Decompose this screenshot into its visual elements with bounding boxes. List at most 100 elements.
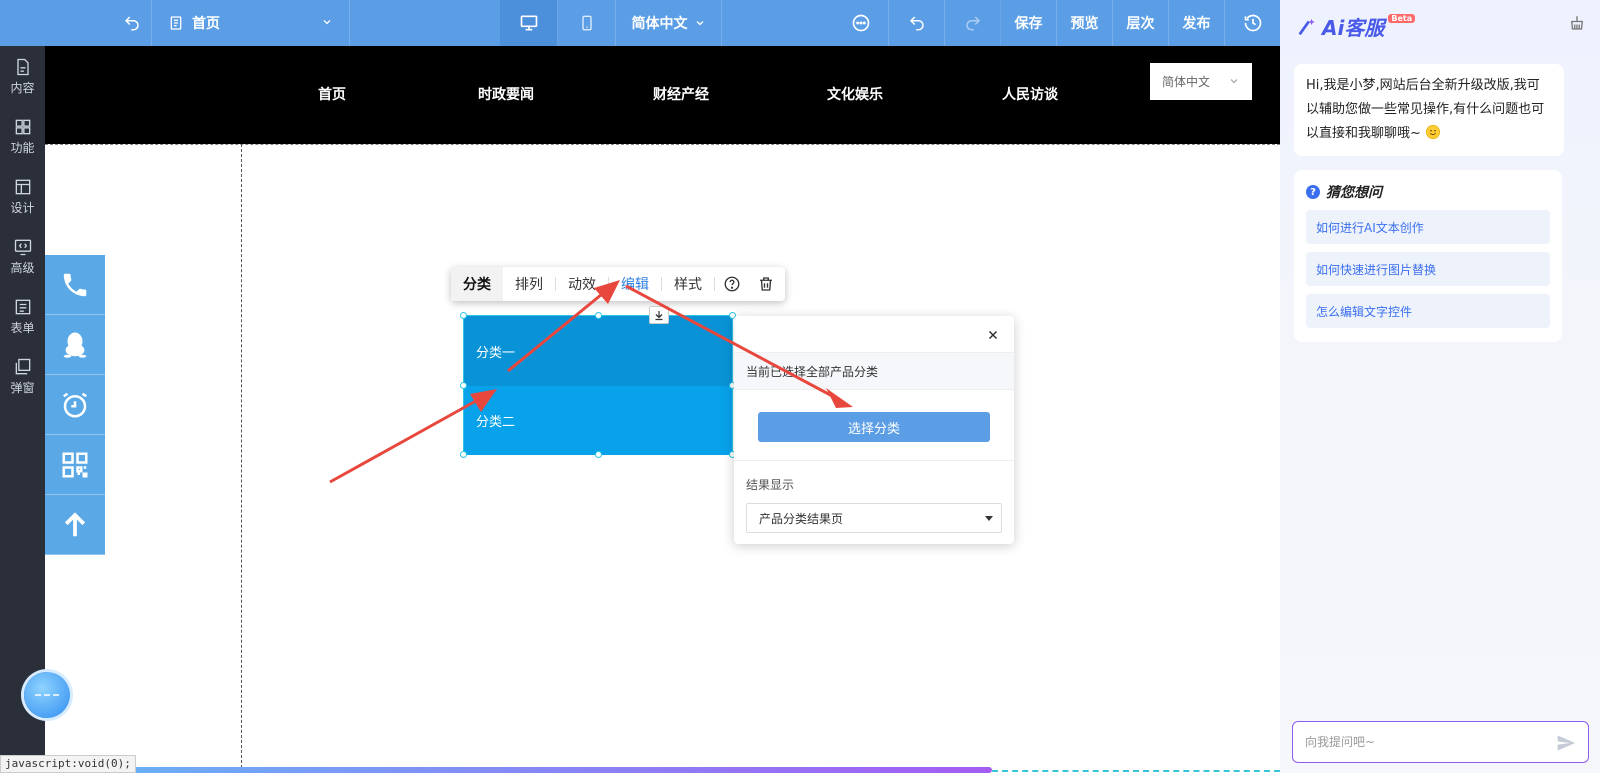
select-category-button[interactable]: 选择分类 bbox=[758, 412, 990, 442]
editor-canvas: 首页 时政要闻 财经产经 文化娱乐 人民访谈 简体中文 分类 排列 动效 编辑 … bbox=[45, 46, 1280, 773]
sidebar-item-function[interactable]: 功能 bbox=[0, 106, 45, 166]
ai-logo-text: Ai客服 bbox=[1322, 16, 1385, 40]
qrcode-icon bbox=[62, 452, 88, 477]
broom-icon bbox=[1571, 16, 1583, 30]
column-guide bbox=[241, 144, 242, 773]
alarm-icon bbox=[63, 392, 87, 417]
back-arrow-icon bbox=[124, 16, 139, 31]
file-icon bbox=[16, 58, 29, 75]
resize-handle[interactable] bbox=[595, 312, 602, 319]
history-button[interactable] bbox=[1225, 0, 1280, 46]
sidebar-item-form[interactable]: 表单 bbox=[0, 286, 45, 346]
result-page-select[interactable]: 产品分类结果页 bbox=[746, 503, 1002, 533]
sidebar-item-label: 内容 bbox=[10, 80, 35, 95]
question-icon: ? bbox=[1306, 185, 1320, 199]
section-boundary bbox=[45, 144, 1280, 145]
toolbar-tab-category[interactable]: 分类 bbox=[451, 267, 503, 301]
resize-handle[interactable] bbox=[460, 382, 467, 389]
result-page-value: 产品分类结果页 bbox=[759, 511, 844, 526]
suggested-question[interactable]: 如何快速进行图片替换 bbox=[1306, 252, 1550, 286]
chevron-down-icon bbox=[1230, 79, 1238, 84]
language-label: 简体中文 bbox=[631, 16, 688, 32]
status-url: javascript:void(0); bbox=[0, 755, 136, 773]
more-button[interactable] bbox=[833, 0, 889, 46]
send-icon[interactable] bbox=[1556, 733, 1576, 753]
category-item[interactable]: 分类二 bbox=[464, 386, 732, 455]
chevron-down-icon bbox=[696, 21, 703, 26]
sidebar-item-design[interactable]: 设计 bbox=[0, 166, 45, 226]
site-language-select[interactable]: 简体中文 bbox=[1150, 63, 1252, 100]
ai-assistant-panel: Ai客服 Beta Hi,我是小梦,网站后台全新升级改版,我可以辅助您做一些常见… bbox=[1280, 0, 1600, 773]
category-settings-popup: 当前已选择全部产品分类 选择分类 结果显示 产品分类结果页 bbox=[734, 316, 1014, 544]
help-icon bbox=[724, 276, 740, 292]
delete-button[interactable] bbox=[749, 267, 783, 301]
phone-button[interactable] bbox=[45, 255, 105, 315]
bottom-guide bbox=[992, 770, 1280, 772]
ai-logo: Ai客服 Beta bbox=[1296, 12, 1416, 41]
layers-button[interactable]: 层次 bbox=[1113, 0, 1169, 46]
sidebar-item-label: 高级 bbox=[10, 260, 35, 275]
layout-icon bbox=[15, 179, 30, 194]
toolbar-tab-animation[interactable]: 动效 bbox=[556, 267, 608, 301]
close-button[interactable] bbox=[984, 326, 1002, 344]
suggested-title-text: 猜您想问 bbox=[1326, 185, 1382, 201]
dash-icon bbox=[35, 694, 59, 696]
left-sidebar: 内容 功能 设计 高级 表单 弹窗 bbox=[0, 46, 45, 773]
redo-button[interactable] bbox=[945, 0, 1001, 46]
suggested-question[interactable]: 如何进行AI文本创作 bbox=[1306, 210, 1550, 244]
language-selector[interactable]: 简体中文 bbox=[616, 0, 722, 46]
ask-input[interactable] bbox=[1305, 735, 1545, 749]
site-nav-item[interactable]: 文化娱乐 bbox=[827, 84, 883, 104]
back-button[interactable] bbox=[112, 0, 152, 46]
assistant-fab[interactable] bbox=[24, 672, 70, 718]
preview-button[interactable]: 预览 bbox=[1057, 0, 1113, 46]
site-nav-item[interactable]: 时政要闻 bbox=[478, 84, 534, 104]
suggested-questions: ? 猜您想问 如何进行AI文本创作 如何快速进行图片替换 怎么编辑文字控件 bbox=[1294, 170, 1562, 342]
qrcode-button[interactable] bbox=[45, 435, 105, 495]
trash-icon bbox=[760, 277, 772, 291]
resize-handle[interactable] bbox=[460, 451, 467, 458]
resize-handle[interactable] bbox=[460, 312, 467, 319]
move-down-button[interactable] bbox=[649, 306, 669, 324]
toolbar-tab-arrange[interactable]: 排列 bbox=[503, 267, 555, 301]
back-to-top-button[interactable] bbox=[45, 495, 105, 555]
chevron-down-icon bbox=[323, 20, 331, 25]
save-button[interactable]: 保存 bbox=[1001, 0, 1057, 46]
site-nav-item[interactable]: 首页 bbox=[318, 84, 346, 104]
category-widget[interactable]: 分类一 分类二 bbox=[460, 312, 736, 458]
desktop-icon bbox=[520, 15, 537, 31]
mobile-icon bbox=[581, 15, 592, 31]
sidebar-item-popup[interactable]: 弹窗 bbox=[0, 346, 45, 406]
undo-button[interactable] bbox=[889, 0, 945, 46]
sidebar-item-label: 设计 bbox=[10, 200, 35, 215]
redo-icon bbox=[965, 16, 980, 31]
result-display-label: 结果显示 bbox=[746, 478, 795, 492]
site-nav-item[interactable]: 财经产经 bbox=[653, 84, 709, 104]
code-monitor-icon bbox=[14, 239, 31, 255]
mobile-view-button[interactable] bbox=[558, 0, 616, 46]
category-item[interactable]: 分类一 bbox=[464, 316, 732, 386]
desktop-view-button[interactable] bbox=[500, 0, 558, 46]
more-icon bbox=[852, 14, 869, 32]
sidebar-item-content[interactable]: 内容 bbox=[0, 46, 45, 106]
toolbar-tab-style[interactable]: 样式 bbox=[662, 267, 714, 301]
resize-handle[interactable] bbox=[595, 451, 602, 458]
editor-app: 首页 简体中文 保存 预览 层次 发布 内容 功能 设计 高级 表单 弹窗 首页… bbox=[0, 0, 1600, 773]
top-toolbar: 首页 简体中文 保存 预览 层次 发布 bbox=[0, 0, 1280, 46]
publish-button[interactable]: 发布 bbox=[1169, 0, 1225, 46]
page-icon bbox=[170, 16, 182, 30]
sidebar-item-advanced[interactable]: 高级 bbox=[0, 226, 45, 286]
site-nav-item[interactable]: 人民访谈 bbox=[1002, 84, 1058, 104]
qq-button[interactable] bbox=[45, 315, 105, 375]
help-button[interactable] bbox=[715, 267, 749, 301]
toolbar-tab-edit[interactable]: 编辑 bbox=[609, 267, 661, 301]
suggested-question[interactable]: 怎么编辑文字控件 bbox=[1306, 294, 1550, 328]
clear-chat-button[interactable] bbox=[1568, 14, 1586, 32]
phone-icon bbox=[63, 273, 87, 296]
category-label: 分类二 bbox=[476, 415, 516, 430]
selection-info: 当前已选择全部产品分类 bbox=[734, 352, 1014, 390]
site-language-label: 简体中文 bbox=[1162, 75, 1211, 89]
alarm-button[interactable] bbox=[45, 375, 105, 435]
page-selector[interactable]: 首页 bbox=[152, 0, 350, 46]
qq-icon bbox=[63, 332, 87, 358]
